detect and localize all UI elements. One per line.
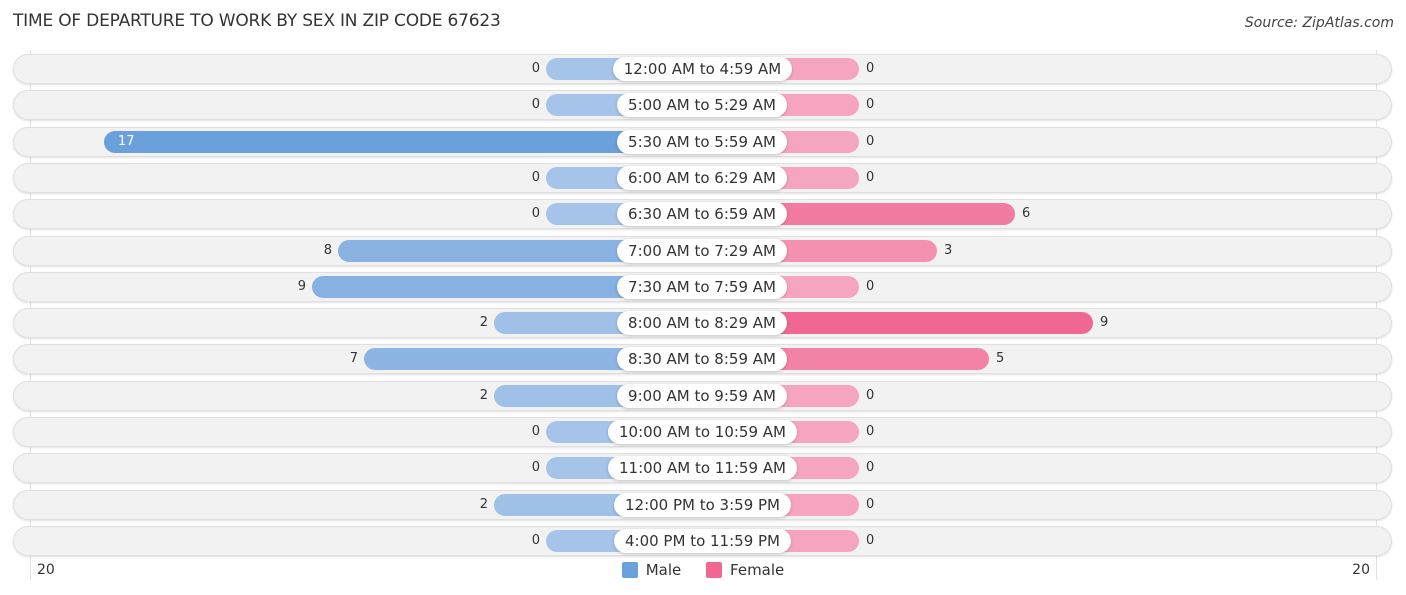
legend-item-female[interactable]: Female [706, 561, 784, 579]
category-label: 11:00 AM to 11:59 AM [608, 456, 797, 480]
category-label: 7:00 AM to 7:29 AM [617, 239, 787, 263]
bar-male[interactable] [104, 131, 702, 153]
value-label-female: 0 [866, 424, 875, 439]
value-label-female: 0 [866, 497, 875, 512]
category-label: 12:00 AM to 4:59 AM [613, 57, 792, 81]
value-label-male: 2 [479, 388, 488, 403]
category-label: 8:30 AM to 8:59 AM [617, 347, 787, 371]
category-label: 4:00 PM to 11:59 PM [614, 529, 791, 553]
category-label: 10:00 AM to 10:59 AM [608, 420, 797, 444]
category-label: 12:00 PM to 3:59 PM [614, 493, 791, 517]
value-label-female: 0 [866, 388, 875, 403]
value-label-female: 0 [866, 97, 875, 112]
value-label-male: 0 [531, 61, 540, 76]
value-label-male: 9 [297, 279, 306, 294]
value-label-female: 0 [866, 279, 875, 294]
value-label-female: 0 [866, 61, 875, 76]
value-label-male: 8 [323, 243, 332, 258]
value-label-male: 0 [531, 97, 540, 112]
value-label-male: 0 [531, 533, 540, 548]
category-label: 5:00 AM to 5:29 AM [617, 93, 787, 117]
value-label-male: 7 [349, 351, 358, 366]
value-label-male: 2 [479, 315, 488, 330]
value-label-female: 9 [1100, 315, 1109, 330]
category-label: 7:30 AM to 7:59 AM [617, 275, 787, 299]
legend: Male Female [0, 561, 1406, 582]
value-label-female: 0 [866, 533, 875, 548]
legend-item-male[interactable]: Male [621, 561, 682, 579]
value-label-female: 0 [866, 460, 875, 475]
legend-label-female: Female [730, 561, 785, 579]
category-label: 6:00 AM to 6:29 AM [617, 166, 787, 190]
category-label: 6:30 AM to 6:59 AM [617, 202, 787, 226]
legend-label-male: Male [645, 561, 682, 579]
value-label-female: 3 [944, 243, 953, 258]
category-label: 9:00 AM to 9:59 AM [617, 384, 787, 408]
value-label-female: 6 [1022, 206, 1031, 221]
category-label: 5:30 AM to 5:59 AM [617, 130, 787, 154]
value-label-male: 17 [118, 134, 135, 149]
value-label-male: 0 [531, 170, 540, 185]
chart-title: TIME OF DEPARTURE TO WORK BY SEX IN ZIP … [13, 11, 501, 31]
category-label: 8:00 AM to 8:29 AM [617, 311, 787, 335]
source-credit: Source: ZipAtlas.com [1244, 15, 1394, 31]
value-label-female: 0 [866, 170, 875, 185]
value-label-male: 0 [531, 460, 540, 475]
legend-swatch-female [706, 562, 723, 578]
value-label-female: 0 [866, 134, 875, 149]
value-label-male: 0 [531, 424, 540, 439]
value-label-male: 2 [479, 497, 488, 512]
legend-swatch-male [621, 562, 638, 578]
value-label-female: 5 [996, 351, 1005, 366]
value-label-male: 0 [531, 206, 540, 221]
